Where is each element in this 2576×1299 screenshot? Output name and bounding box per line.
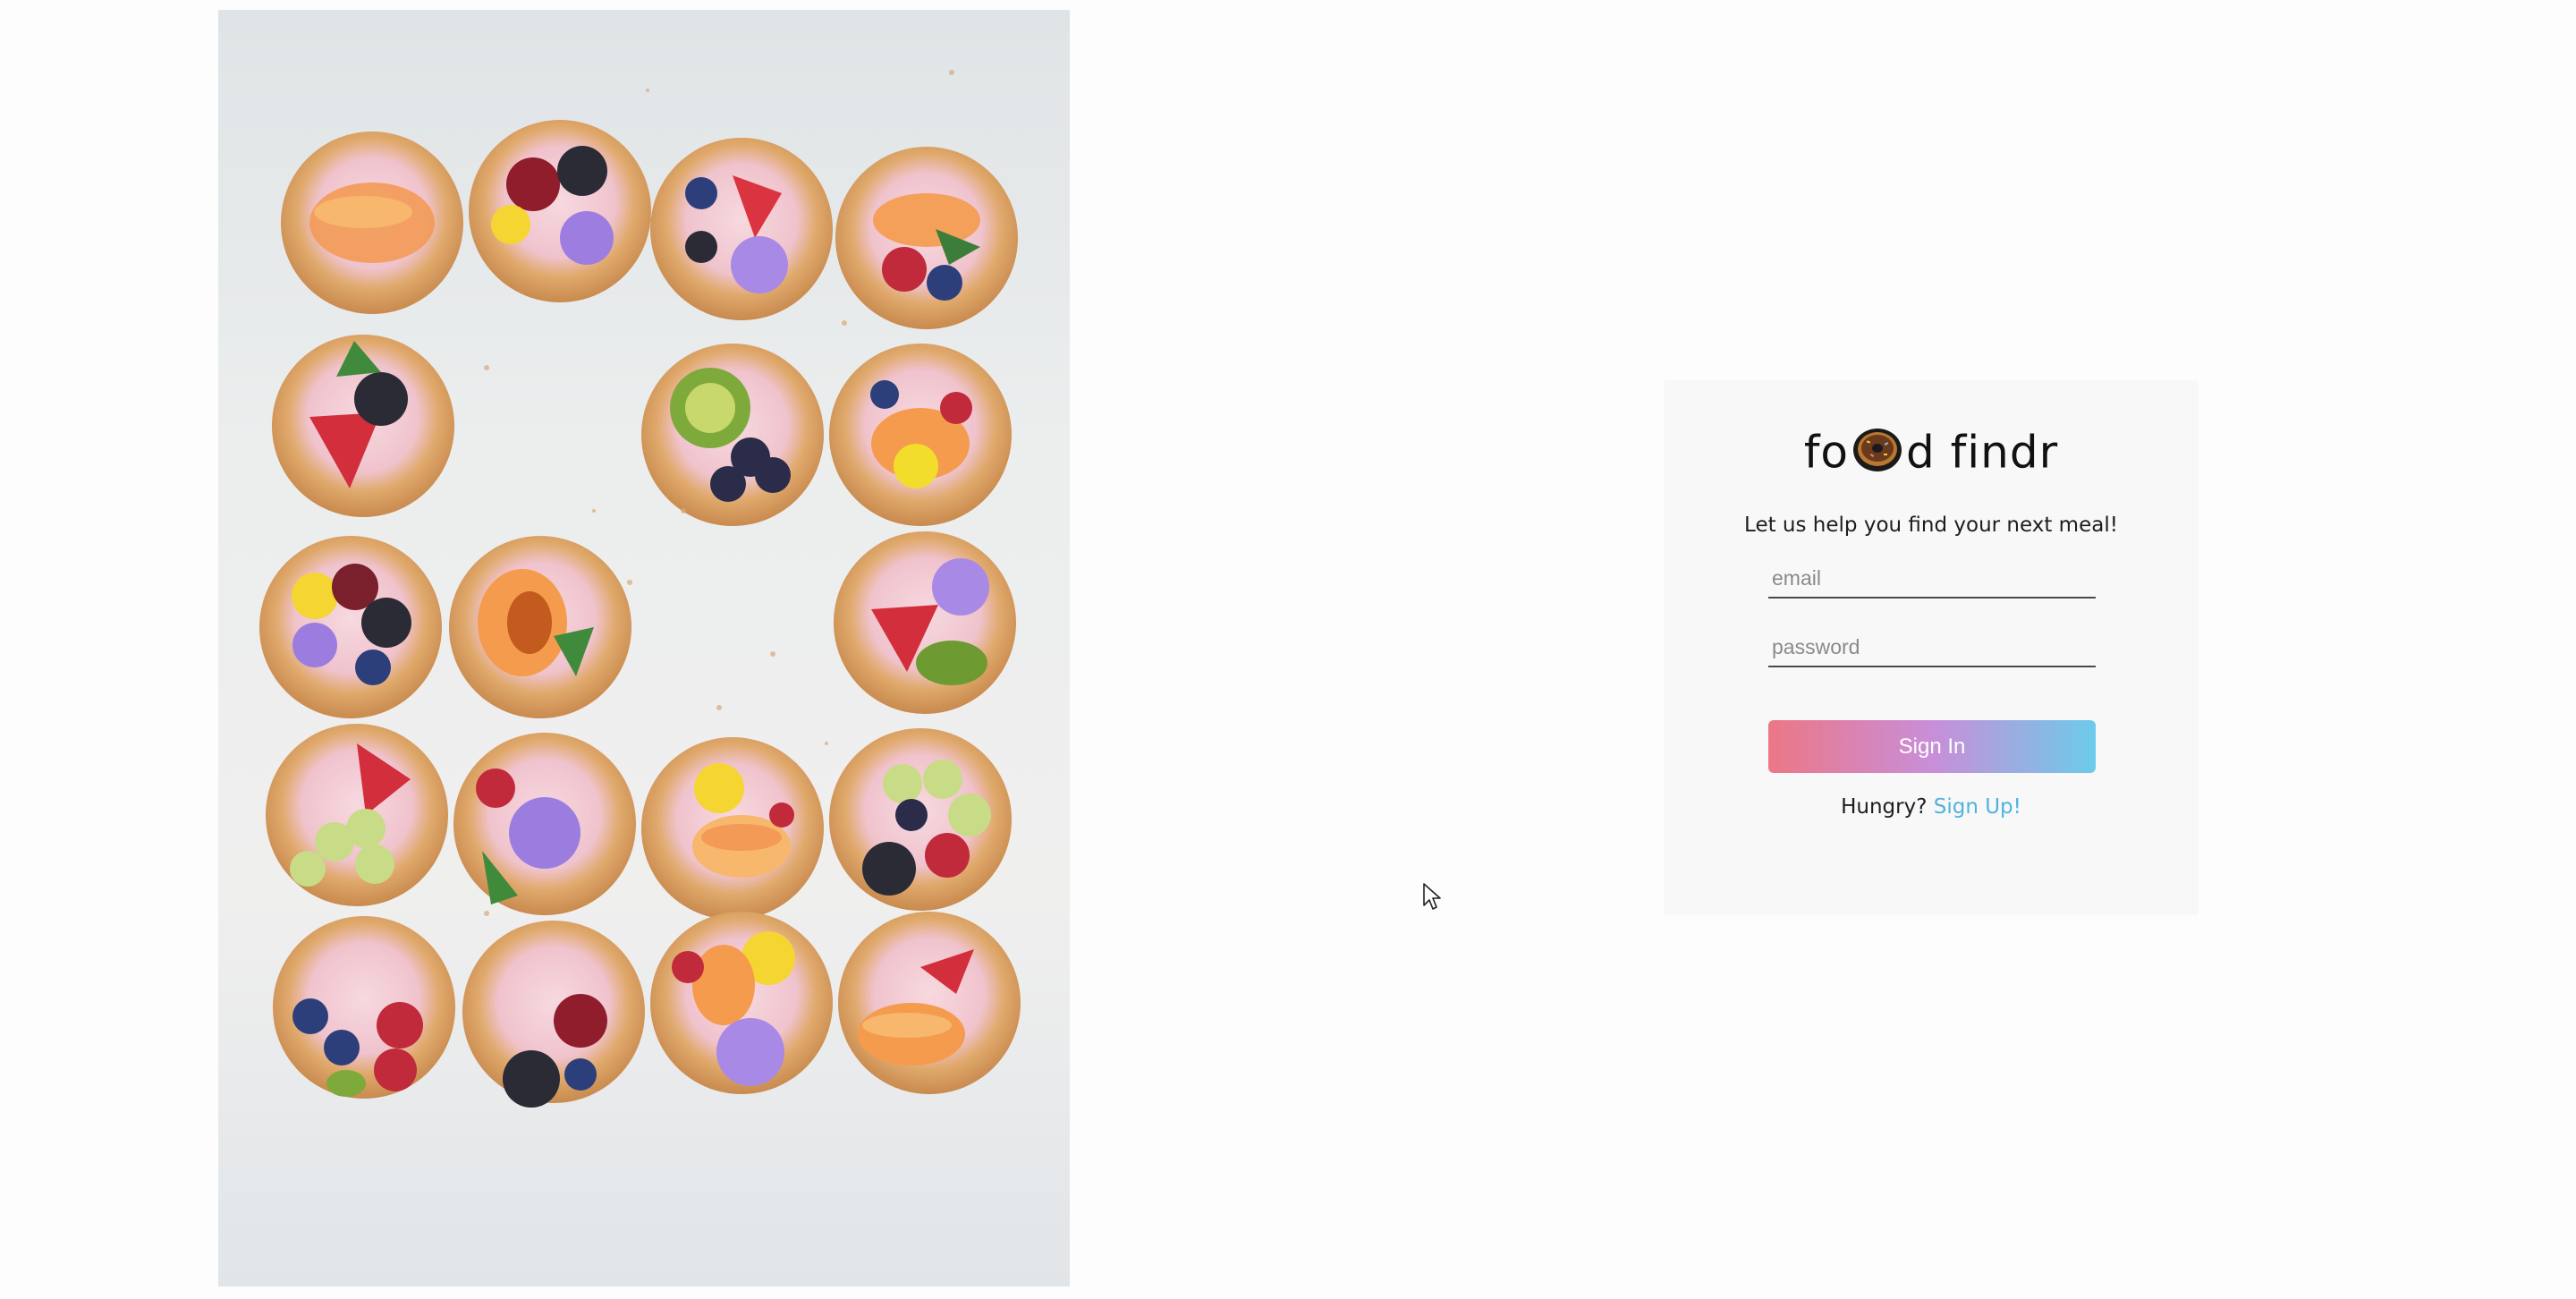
logo-text-right: d findr — [1906, 426, 2059, 479]
sign-up-link[interactable]: Sign Up! — [1934, 795, 2021, 819]
sign-in-button[interactable]: Sign In — [1768, 720, 2096, 773]
logo-text-left: fo — [1803, 426, 1850, 479]
email-input[interactable] — [1768, 559, 2096, 599]
tagline: Let us help you find your next meal! — [1744, 514, 2118, 537]
hero-image — [218, 10, 1070, 1286]
password-input[interactable] — [1768, 628, 2096, 667]
signup-row: Hungry? Sign Up! — [1664, 795, 2199, 819]
signup-prompt: Hungry? — [1841, 795, 1928, 819]
login-card: fo d findr Let us help you find your next… — [1664, 380, 2199, 915]
donut-icon — [1852, 425, 1902, 475]
login-page: fo d findr Let us help you find your next… — [0, 0, 2576, 1299]
tartlets-illustration — [259, 70, 1021, 1108]
app-logo: fo d findr — [1664, 418, 2199, 480]
arrow-pointer-icon — [1422, 882, 1442, 911]
